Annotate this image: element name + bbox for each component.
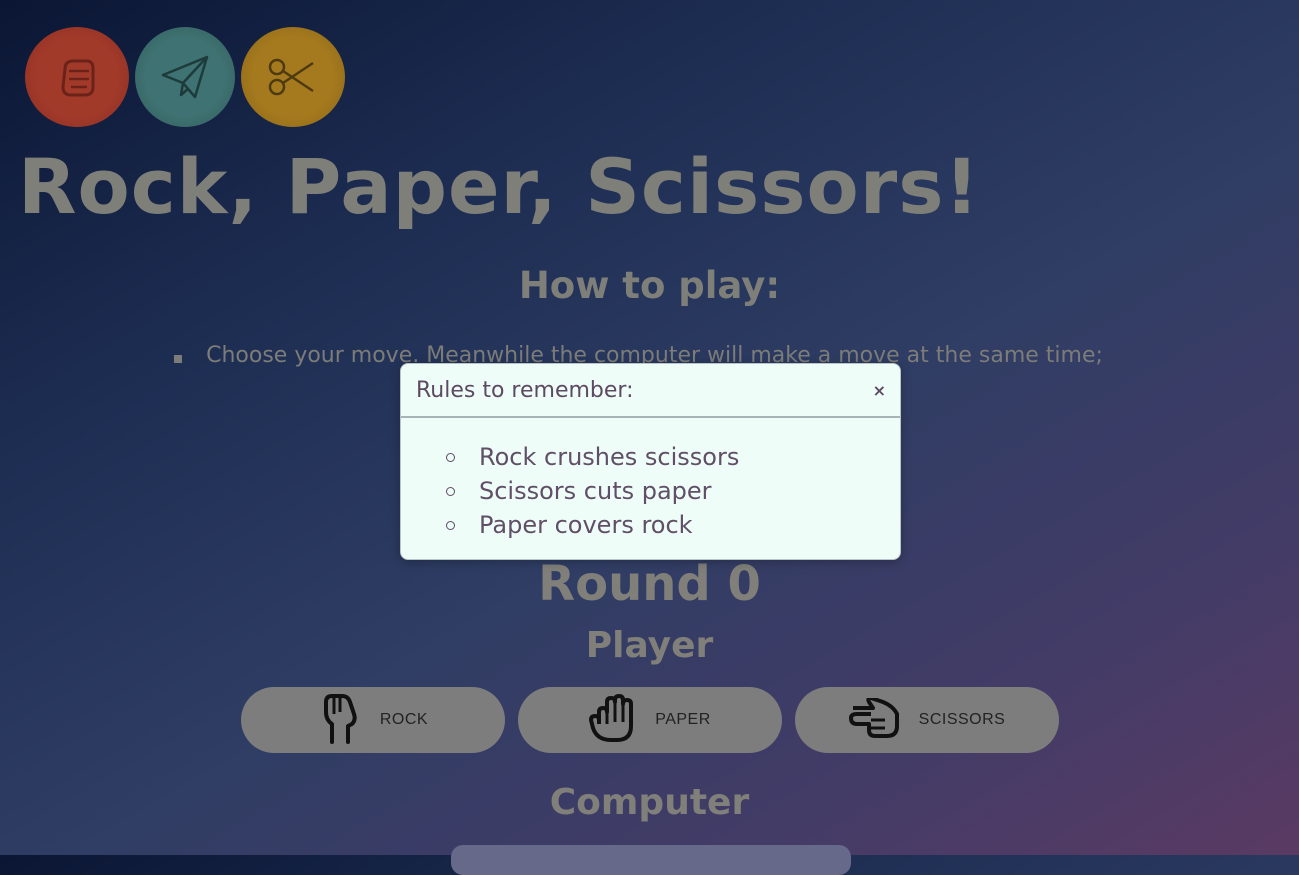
page: Rock, Paper, Scissors! How to play: Choo… [0,0,1299,875]
rule-item: Rock crushes scissors [446,440,900,474]
round-counter: Round 0 [538,556,761,612]
scissors-label: SCISSORS [918,711,1006,728]
move-buttons: ROCK PAPER SCISSORS [241,687,1059,753]
modal-body: Rock crushes scissors Scissors cuts pape… [401,418,900,542]
paper-button[interactable]: PAPER [518,687,782,753]
rules-modal: Rules to remember: × Rock crushes scisso… [400,363,901,560]
rules-list: Rock crushes scissors Scissors cuts pape… [401,440,900,542]
hand-rock-icon [318,693,362,747]
logo-group [25,27,345,127]
rule-item: Scissors cuts paper [446,474,900,508]
how-to-play-heading: How to play: [518,264,781,307]
computer-label: Computer [549,782,750,823]
paper-label: PAPER [655,711,711,728]
modal-header: Rules to remember: × [401,364,900,418]
close-icon[interactable]: × [873,381,886,400]
rock-fist-icon [25,27,129,127]
rock-label: ROCK [379,711,429,728]
page-title: Rock, Paper, Scissors! [18,142,981,231]
rock-button[interactable]: ROCK [241,687,505,753]
scissors-button[interactable]: SCISSORS [795,687,1059,753]
hand-scissors-icon [848,695,901,743]
modal-title: Rules to remember: [416,377,634,403]
rule-item: Paper covers rock [446,508,900,542]
hand-paper-icon [589,693,637,747]
computer-move-display [451,845,851,875]
player-label: Player [585,625,714,666]
paper-plane-icon [135,27,235,127]
scissors-icon [241,27,345,127]
